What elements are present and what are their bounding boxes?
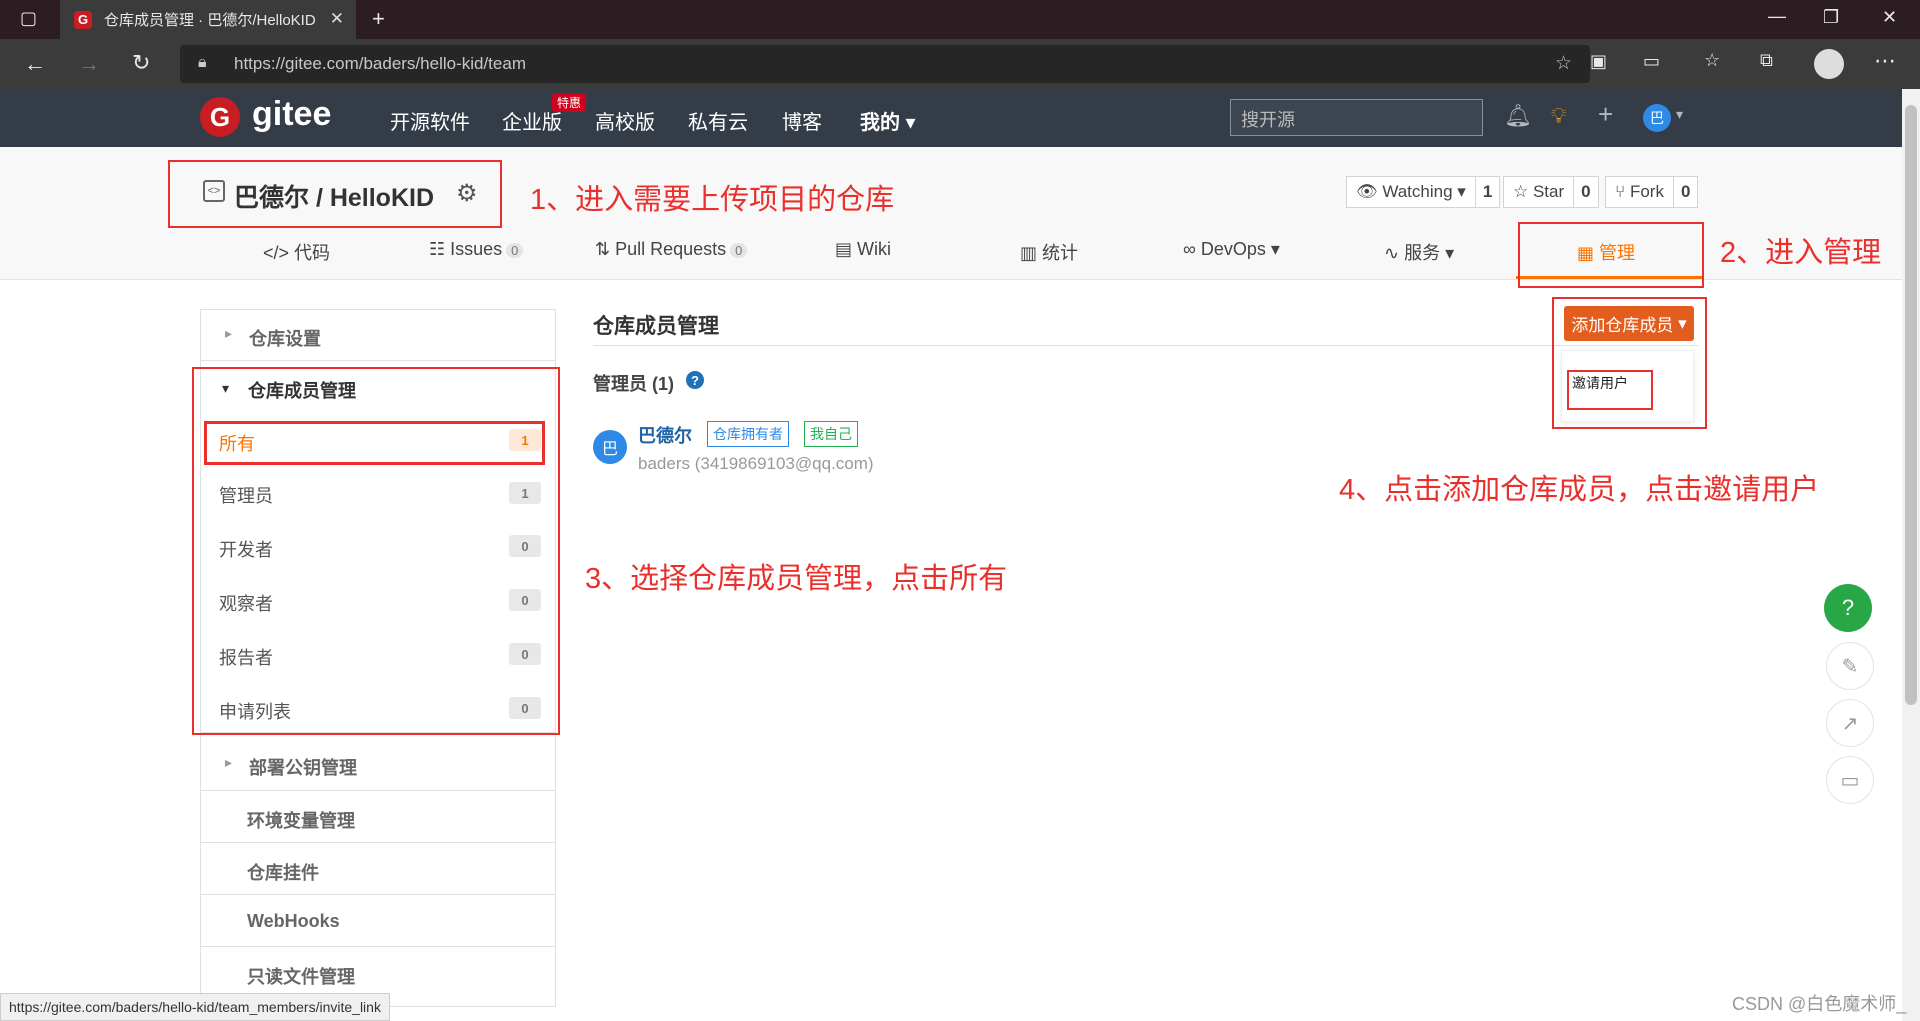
profile-avatar[interactable] [1814, 49, 1844, 79]
fork-button[interactable]: ⑂ Fork 0 [1605, 176, 1699, 208]
browser-tab[interactable]: G 仓库成员管理 · 巴德尔/HelloKID ✕ [60, 0, 356, 39]
help-fab-icon[interactable]: ? [1824, 584, 1872, 632]
new-tab-icon[interactable]: + [372, 6, 385, 32]
gitee-logo-icon[interactable]: G [200, 97, 240, 137]
annotation-box-all [204, 421, 545, 465]
tab-actions-icon[interactable]: ▢ [20, 8, 37, 29]
owner-tag: 仓库拥有者 [707, 421, 789, 447]
forward-icon[interactable]: → [78, 51, 100, 77]
browser-tab-bar: ▢ G 仓库成员管理 · 巴德尔/HelloKID ✕ + — ❐ ✕ [0, 0, 1920, 39]
annotation-step2: 2、进入管理 [1720, 237, 1882, 269]
lock-icon: 🔒︎ [198, 54, 207, 71]
nav-private-cloud[interactable]: 私有云 [688, 106, 748, 135]
tab-issues[interactable]: ☷ Issues 0 [429, 239, 524, 260]
annotation-box-invite [1567, 370, 1653, 410]
share-fab-icon[interactable]: ↗ [1826, 699, 1874, 747]
watermark: CSDN @白色魔术师_ [1732, 994, 1907, 1014]
gitee-logo-text[interactable]: gitee [252, 95, 331, 134]
tab-wiki[interactable]: ▤ Wiki [835, 239, 891, 260]
hot-badge: 特惠 [552, 93, 587, 112]
caret-right-icon: ▸ [225, 325, 233, 341]
gitee-header: G gitee 开源软件 企业版 特惠 高校版 私有云 博客 我的 ▾ 搜开源 … [0, 89, 1902, 147]
sidebar-env-vars[interactable]: 环境变量管理 [200, 791, 556, 843]
tab-code[interactable]: </> 代码 [263, 239, 330, 265]
tab-devops[interactable]: ∞ DevOps ▾ [1183, 239, 1280, 260]
url-text: https://gitee.com/baders/hello-kid/team [234, 54, 526, 73]
gitee-favicon-icon: G [74, 10, 92, 29]
reload-icon[interactable]: ↻ [132, 50, 150, 76]
admin-section-title: 管理员 (1) [593, 374, 674, 394]
address-bar-row: ← → ↻ 🔒︎ https://gitee.com/baders/hello-… [0, 39, 1920, 89]
status-bar: https://gitee.com/baders/hello-kid/team_… [0, 993, 390, 1021]
sidebar-webhooks[interactable]: WebHooks [200, 895, 556, 947]
url-input[interactable]: 🔒︎ https://gitee.com/baders/hello-kid/te… [180, 45, 1590, 83]
tab-pull-requests[interactable]: ⇅ Pull Requests 0 [595, 239, 748, 260]
page-title: 仓库成员管理 [593, 315, 719, 338]
nav-mine[interactable]: 我的 ▾ [860, 106, 916, 135]
sidebar-deploy-keys[interactable]: ▸ 部署公钥管理 [200, 733, 556, 791]
nav-blog[interactable]: 博客 [782, 106, 822, 135]
member-email: baders (3419869103@qq.com) [638, 454, 874, 473]
collections-icon[interactable]: ⧉ [1760, 50, 1773, 71]
title-divider [593, 345, 1698, 346]
user-avatar[interactable]: 巴 [1643, 104, 1671, 132]
sidebar-deploy-keys-label: 部署公钥管理 [249, 758, 357, 778]
annotation-box-manage [1518, 222, 1704, 288]
close-tab-icon[interactable]: ✕ [330, 9, 344, 29]
chevron-down-icon[interactable]: ▾ [1676, 106, 1683, 123]
annotation-step3: 3、选择仓库成员管理，点击所有 [585, 563, 1008, 595]
watching-button[interactable]: 👁︎ Watching ▾ 1 [1346, 176, 1501, 208]
member-name[interactable]: 巴德尔 [638, 422, 692, 448]
favorites-icon[interactable]: ☆ [1704, 50, 1720, 71]
sidebar-hooks-label: 仓库挂件 [247, 863, 319, 883]
tab-stats[interactable]: ▥ 统计 [1020, 239, 1078, 265]
minimize-icon[interactable]: — [1768, 6, 1786, 27]
lightbulb-icon[interactable]: 💡︎ [1551, 103, 1566, 129]
restore-icon[interactable]: ❐ [1823, 7, 1839, 28]
sidebar-hooks[interactable]: 仓库挂件 [200, 843, 556, 895]
reader-icon[interactable]: ▭ [1643, 51, 1660, 72]
plus-icon[interactable]: + [1598, 99, 1613, 130]
star-button[interactable]: ☆ Star 0 [1503, 176, 1599, 208]
bell-icon[interactable]: 🔔︎ [1504, 103, 1532, 129]
help-question-icon[interactable]: ? [686, 371, 704, 389]
sidebar-readonly-files-label: 只读文件管理 [247, 967, 355, 987]
sidebar-env-vars-label: 环境变量管理 [247, 811, 355, 831]
sidebar-repo-settings[interactable]: 仓库设置 ▸ [200, 309, 556, 361]
member-avatar[interactable]: 巴 [593, 430, 627, 464]
caret-right-icon: ▸ [225, 754, 233, 770]
window-close-icon[interactable]: ✕ [1882, 7, 1897, 28]
nav-open-source[interactable]: 开源软件 [390, 106, 470, 135]
sidebar-webhooks-label: WebHooks [247, 911, 340, 931]
tab-services[interactable]: ∿ 服务 ▾ [1384, 239, 1454, 265]
search-input[interactable]: 搜开源 [1230, 99, 1483, 136]
more-menu-icon[interactable]: ⋯ [1874, 48, 1896, 74]
sidebar-repo-settings-label: 仓库设置 [249, 329, 321, 349]
back-icon[interactable]: ← [24, 51, 46, 77]
self-tag: 我自己 [804, 421, 858, 447]
annotation-step1: 1、进入需要上传项目的仓库 [530, 184, 895, 216]
nav-university[interactable]: 高校版 [595, 106, 655, 135]
scrollbar-thumb[interactable] [1905, 105, 1917, 705]
tab-title: 仓库成员管理 · 巴德尔/HelloKID [104, 12, 316, 29]
extension-icon[interactable]: ▣ [1590, 51, 1607, 72]
annotation-step4: 4、点击添加仓库成员，点击邀请用户 [1339, 474, 1820, 506]
favorite-star-icon[interactable]: ☆ [1555, 52, 1572, 75]
annotation-box-repo [168, 160, 502, 228]
comment-fab-icon[interactable]: ▭ [1826, 756, 1874, 804]
edit-fab-icon[interactable]: ✎ [1826, 642, 1874, 690]
